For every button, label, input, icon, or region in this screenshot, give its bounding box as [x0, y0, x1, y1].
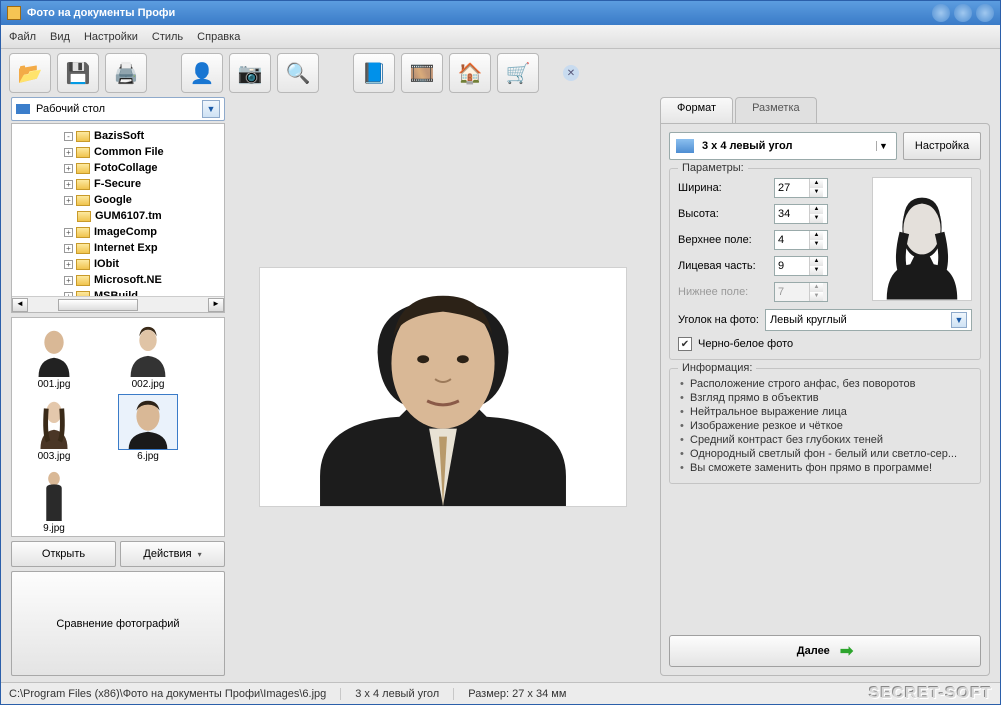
window-title: Фото на документы Профи [27, 7, 175, 19]
tree-item[interactable]: +IObit [14, 256, 222, 272]
camera-icon[interactable]: 📷 [229, 53, 271, 93]
thumbnail-grid: 001.jpg 002.jpg 003.jpg 6.jpg 9.jpg [11, 317, 225, 537]
arrow-right-icon: ➡ [840, 641, 853, 661]
tree-item[interactable]: +ImageComp [14, 224, 222, 240]
tree-item[interactable]: +Common File [14, 144, 222, 160]
info-item: Расположение строго анфас, без поворотов [680, 377, 972, 391]
folder-icon [76, 163, 90, 174]
video-icon[interactable]: 🎞️ [401, 53, 443, 93]
info-item: Однородный светлый фон - белый или светл… [680, 447, 972, 461]
thumbnail[interactable]: 001.jpg [16, 322, 92, 390]
menubar: Файл Вид Настройки Стиль Справка [1, 25, 1000, 49]
panel-close-icon[interactable]: ✕ [563, 65, 579, 81]
toolbar: 📂 💾 🖨️ 👤 📷 🔍 📘 🎞️ 🏠 🛒 ✕ [1, 49, 1000, 97]
bottom-margin-spinner: ▲▼ [774, 282, 828, 302]
menu-style[interactable]: Стиль [152, 31, 183, 43]
format-combo[interactable]: 3 x 4 левый угол ▼ [669, 132, 897, 160]
thumbnail[interactable]: 003.jpg [16, 394, 92, 462]
tree-item[interactable]: +F-Secure [14, 176, 222, 192]
width-spinner[interactable]: ▲▼ [774, 178, 828, 198]
tree-item[interactable]: GUM6107.tm [14, 208, 222, 224]
minimize-button[interactable] [932, 4, 950, 22]
print-icon[interactable]: 🖨️ [105, 53, 147, 93]
menu-file[interactable]: Файл [9, 31, 36, 43]
folder-icon [76, 179, 90, 190]
location-label: Рабочий стол [36, 103, 202, 115]
open-button[interactable]: Открыть [11, 541, 116, 567]
tree-item[interactable]: -BazisSoft [14, 128, 222, 144]
folder-icon [76, 147, 90, 158]
help-icon[interactable]: 📘 [353, 53, 395, 93]
face-spinner[interactable]: ▲▼ [774, 256, 828, 276]
watermark: SECRET-SOFT [869, 685, 992, 703]
chevron-down-icon[interactable]: ▼ [951, 312, 967, 328]
tree-item[interactable]: +Internet Exp [14, 240, 222, 256]
folder-icon [76, 195, 90, 206]
cart-icon[interactable]: 🛒 [497, 53, 539, 93]
tab-markup[interactable]: Разметка [735, 97, 817, 123]
next-button[interactable]: Далее➡ [669, 635, 981, 667]
desktop-icon [16, 104, 30, 114]
compare-button[interactable]: Сравнение фотографий [11, 571, 225, 676]
tree-item[interactable]: +Google [14, 192, 222, 208]
open-icon[interactable]: 📂 [9, 53, 51, 93]
close-button[interactable] [976, 4, 994, 22]
tree-item[interactable]: +FotoCollage [14, 160, 222, 176]
params-group: Параметры: Ширина: ▲▼ Высота: ▲▼ Верхнее… [669, 168, 981, 360]
bw-checkbox[interactable]: ✔ [678, 337, 692, 351]
menu-help[interactable]: Справка [197, 31, 240, 43]
thumbnail[interactable]: 9.jpg [16, 466, 92, 534]
folder-icon [76, 275, 90, 286]
search-icon[interactable]: 🔍 [277, 53, 319, 93]
menu-settings[interactable]: Настройки [84, 31, 138, 43]
tree-scrollbar[interactable]: ◄► [12, 296, 224, 312]
folder-icon [76, 243, 90, 254]
folder-icon [77, 211, 91, 222]
titlebar: Фото на документы Профи [1, 1, 1000, 25]
app-window: Фото на документы Профи Файл Вид Настрой… [0, 0, 1001, 705]
status-path: C:\Program Files (x86)\Фото на документы… [9, 688, 340, 700]
info-item: Вы сможете заменить фон прямо в программ… [680, 461, 972, 475]
save-icon[interactable]: 💾 [57, 53, 99, 93]
home-icon[interactable]: 🏠 [449, 53, 491, 93]
chevron-down-icon[interactable]: ▼ [876, 141, 890, 151]
retouch-icon[interactable]: 👤 [181, 53, 223, 93]
statusbar: C:\Program Files (x86)\Фото на документы… [1, 682, 1000, 704]
configure-button[interactable]: Настройка [903, 132, 981, 160]
status-format: 3 x 4 левый угол [340, 688, 453, 700]
right-panel: Формат Разметка 3 x 4 левый угол ▼ Настр… [660, 97, 990, 676]
format-icon [676, 139, 694, 153]
preview-area [233, 97, 652, 676]
folder-icon [76, 131, 90, 142]
location-combo[interactable]: Рабочий стол ▼ [11, 97, 225, 121]
sample-preview [872, 177, 972, 301]
info-group: Информация: Расположение строго анфас, б… [669, 368, 981, 484]
info-item: Средний контраст без глубоких теней [680, 433, 972, 447]
app-icon [7, 6, 21, 20]
corner-combo[interactable]: Левый круглый ▼ [765, 309, 972, 331]
folder-tree[interactable]: -BazisSoft+Common File+FotoCollage+F-Sec… [11, 123, 225, 313]
menu-view[interactable]: Вид [50, 31, 70, 43]
main-photo[interactable] [259, 267, 627, 507]
thumbnail[interactable]: 002.jpg [110, 322, 186, 390]
info-item: Взгляд прямо в объектив [680, 391, 972, 405]
left-panel: Рабочий стол ▼ -BazisSoft+Common File+Fo… [11, 97, 225, 676]
tab-format[interactable]: Формат [660, 97, 733, 123]
folder-icon [76, 227, 90, 238]
chevron-down-icon[interactable]: ▼ [202, 100, 220, 118]
thumbnail[interactable]: 6.jpg [110, 394, 186, 462]
height-spinner[interactable]: ▲▼ [774, 204, 828, 224]
status-size: Размер: 27 x 34 мм [453, 688, 580, 700]
tree-item[interactable]: +Microsoft.NE [14, 272, 222, 288]
folder-icon [76, 259, 90, 270]
info-item: Изображение резкое и чёткое [680, 419, 972, 433]
top-margin-spinner[interactable]: ▲▼ [774, 230, 828, 250]
info-item: Нейтральное выражение лица [680, 405, 972, 419]
actions-button[interactable]: Действия [120, 541, 225, 567]
maximize-button[interactable] [954, 4, 972, 22]
